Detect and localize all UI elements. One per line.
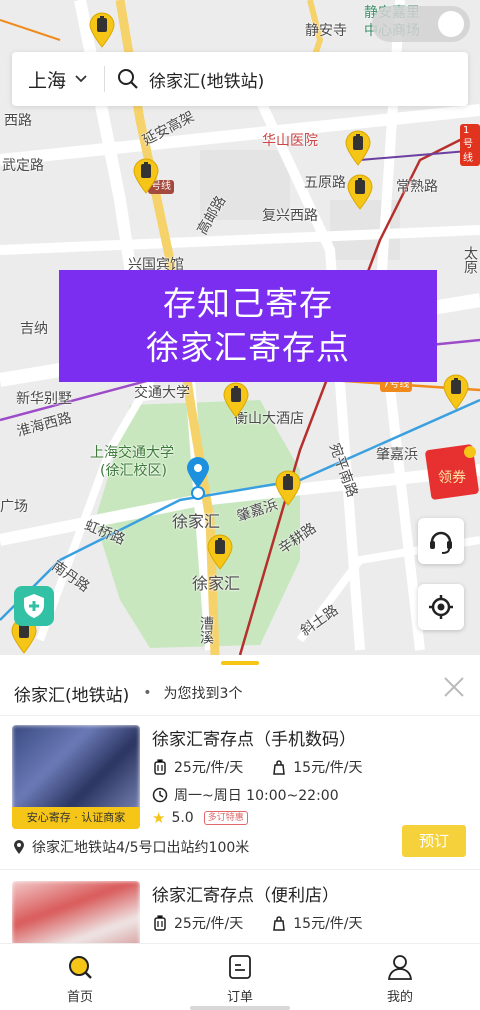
- suitcase-icon: [154, 759, 166, 775]
- store-thumbnail: 安心寄存 · 认证商家: [12, 725, 140, 829]
- metro-line-badge: 1号线: [460, 124, 480, 166]
- rating-row: ★ 5.0 多订特惠: [152, 809, 248, 827]
- storage-pin[interactable]: [132, 158, 160, 194]
- store-name: 徐家汇寄存点（便利店）: [152, 886, 339, 906]
- search-input[interactable]: 徐家汇(地铁站): [105, 52, 468, 106]
- customer-service-button[interactable]: [418, 518, 464, 564]
- price-large: 25元/件/天: [174, 760, 244, 776]
- store-thumbnail: [12, 881, 140, 943]
- search-bar: 上海 徐家汇(地铁站): [12, 52, 468, 106]
- storage-pin[interactable]: [344, 130, 372, 166]
- address-row: 徐家汇地铁站4/5号口出站约100米: [12, 837, 249, 857]
- banner-line1: 存知己寄存: [163, 284, 333, 323]
- order-list-icon: [229, 955, 251, 979]
- user-icon: [387, 955, 413, 980]
- headset-icon: [430, 531, 452, 554]
- discount-tag: 多订特惠: [203, 811, 248, 825]
- divider: [0, 715, 480, 716]
- search-icon: [69, 956, 92, 979]
- search-icon: [118, 69, 138, 89]
- tab-label: 订单: [226, 990, 253, 1005]
- storage-pin[interactable]: [88, 12, 116, 48]
- tab-label: 首页: [66, 990, 93, 1005]
- shield-plus-icon: [24, 594, 44, 618]
- storage-card[interactable]: 安心寄存 · 认证商家 徐家汇寄存点（手机数码） 25元/件/天 15元/件/天…: [0, 725, 480, 885]
- city-label: 上海: [28, 69, 67, 92]
- map-label: 新华别墅: [16, 391, 72, 407]
- result-count: 为您找到3个: [163, 686, 243, 702]
- map-label: 西路: [4, 113, 32, 129]
- sheet-header: 徐家汇(地铁站) • 为您找到3个: [0, 671, 480, 715]
- tab-label: 我的: [386, 990, 413, 1005]
- star-icon: ★: [152, 809, 166, 827]
- tab-orders[interactable]: 订单: [160, 944, 320, 1010]
- hours-row: 周一~周日 10:00~22:00: [152, 785, 339, 805]
- map-view[interactable]: 静安寺 静安嘉里 中心商场 西路 武定路 延安高架 华山医院 五原路 常熟路 复…: [0, 0, 480, 655]
- promo-banner: 存知己寄存 徐家汇寄存点: [59, 270, 437, 382]
- price-row: 25元/件/天 15元/件/天: [152, 757, 391, 777]
- storage-pin[interactable]: [442, 374, 470, 410]
- search-query: 徐家汇(地铁站): [149, 71, 265, 92]
- location-title: 徐家汇(地铁站): [14, 685, 130, 706]
- map-label: 吉纳: [20, 321, 48, 337]
- map-label: 肇嘉浜: [376, 447, 418, 463]
- book-button[interactable]: 预订: [402, 825, 466, 857]
- storage-card[interactable]: 徐家汇寄存点（便利店） 25元/件/天 15元/件/天: [0, 881, 480, 943]
- chevron-down-icon: [75, 75, 87, 83]
- store-address: 徐家汇地铁站4/5号口出站约100米: [32, 840, 250, 856]
- map-label: 太原: [462, 246, 478, 274]
- tab-bar: 首页 订单 我的: [0, 943, 480, 1010]
- map-label: 漕溪: [198, 616, 214, 644]
- store-name: 徐家汇寄存点（手机数码）: [152, 730, 356, 750]
- home-indicator: [190, 1006, 290, 1010]
- map-label: 华山医院: [262, 133, 318, 149]
- location-marker-icon: [184, 456, 212, 500]
- map-label: 五原路: [304, 175, 346, 191]
- opening-hours: 周一~周日 10:00~22:00: [174, 788, 339, 804]
- suitcase-icon: [154, 915, 166, 931]
- price-small: 15元/件/天: [293, 916, 363, 932]
- tab-profile[interactable]: 我的: [320, 944, 480, 1010]
- map-label-station: 徐家汇: [172, 512, 221, 531]
- price-small: 15元/件/天: [293, 760, 363, 776]
- location-pin-icon: [14, 840, 24, 854]
- map-label: 复兴西路: [262, 208, 318, 224]
- storage-pin[interactable]: [274, 470, 302, 506]
- verified-badge: 安心寄存 · 认证商家: [12, 807, 140, 829]
- close-icon[interactable]: [442, 675, 466, 699]
- map-label-station: 徐家汇: [192, 574, 241, 593]
- map-label: 交通大学: [134, 385, 190, 401]
- coupon-label: 领券: [438, 470, 466, 486]
- map-label: (徐汇校区): [100, 463, 167, 479]
- price-large: 25元/件/天: [174, 916, 244, 932]
- results-sheet: 徐家汇(地铁站) • 为您找到3个 安心寄存 · 认证商家 徐家汇寄存点（手机数…: [0, 655, 480, 943]
- storage-pin[interactable]: [206, 534, 234, 570]
- city-selector[interactable]: 上海: [12, 52, 104, 106]
- separator-dot: •: [143, 685, 152, 701]
- map-toggle[interactable]: [372, 6, 470, 42]
- map-label: 武定路: [2, 158, 44, 174]
- bag-icon: [273, 916, 286, 931]
- sheet-handle[interactable]: [221, 661, 259, 665]
- insurance-button[interactable]: [14, 586, 54, 626]
- locate-button[interactable]: [418, 584, 464, 630]
- clock-icon: [152, 787, 168, 803]
- coupon-button[interactable]: 领券: [420, 443, 480, 501]
- rating-value: 5.0: [171, 810, 194, 826]
- divider: [0, 869, 480, 870]
- map-label: 上海交通大学: [90, 445, 174, 461]
- storage-pin[interactable]: [346, 174, 374, 210]
- map-label: 广场: [0, 499, 28, 515]
- banner-line2: 徐家汇寄存点: [146, 328, 350, 367]
- map-label: 常熟路: [396, 179, 438, 195]
- storage-pin[interactable]: [222, 382, 250, 418]
- price-row: 25元/件/天 15元/件/天: [152, 913, 391, 933]
- crosshair-icon: [429, 595, 453, 619]
- bag-icon: [273, 760, 286, 775]
- map-label: 静安寺: [305, 23, 347, 39]
- tab-home[interactable]: 首页: [0, 944, 160, 1010]
